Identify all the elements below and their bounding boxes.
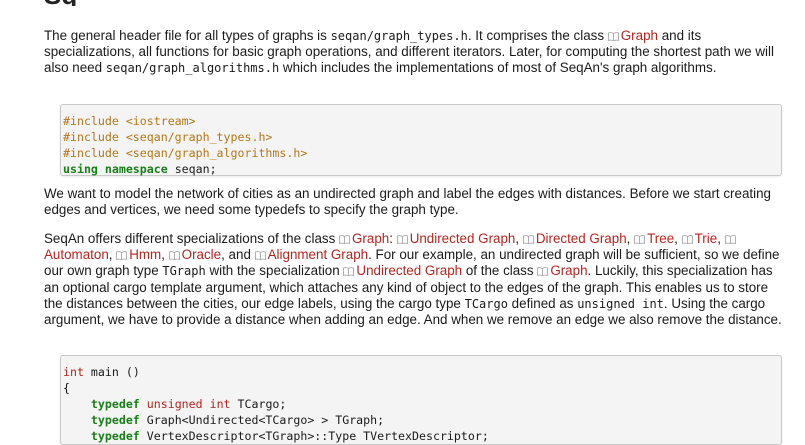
link-alignment-graph[interactable]: Alignment Graph [254, 247, 369, 263]
book-icon [254, 251, 266, 261]
code-line: typedef Graph<Undirected<TCargo> > TGrap… [63, 412, 771, 428]
code-token: unsigned int [146, 397, 231, 411]
link-label: Alignment Graph [267, 247, 369, 263]
code-line: typedef unsigned int TCargo; [63, 396, 771, 412]
link-directed-graph[interactable]: Directed Graph [522, 231, 627, 246]
book-icon [724, 235, 736, 244]
link-graph[interactable]: Graph [607, 28, 658, 43]
section-heading: Sq [44, 0, 104, 6]
link-undirected-graph[interactable]: Undirected Graph [396, 231, 516, 246]
link-trie[interactable]: Trie [681, 231, 718, 246]
book-icon [343, 267, 355, 277]
code-token: seqan; [167, 162, 217, 176]
link-label: Tree [647, 231, 675, 246]
code-token: typedef [90, 413, 140, 427]
text: of the class [462, 263, 538, 279]
code-block-main: int main (){ typedef unsigned int TCargo… [60, 355, 782, 445]
text: which includes the implementations of mo… [279, 60, 717, 76]
code-line: #include <seqan/graph_types.h> [63, 129, 771, 145]
book-icon [681, 235, 693, 244]
link-tree[interactable]: Tree [634, 231, 674, 246]
link-label: Graph [620, 28, 658, 43]
paragraph-specializations: SeqAn offers different specializations o… [44, 231, 784, 328]
code-token: int [63, 365, 84, 379]
text: , and [221, 247, 255, 263]
code-token: namespace [104, 162, 168, 176]
link-label: Automaton [44, 247, 109, 263]
code-token: { [63, 381, 70, 395]
code-line: using namespace seqan; [63, 161, 771, 177]
text: , [161, 247, 169, 263]
link-hmm[interactable]: Hmm [116, 247, 161, 262]
link-label: Undirected Graph [356, 263, 463, 279]
paragraph-model: We want to model the network of cities a… [44, 186, 771, 218]
link-label: Graph [352, 231, 390, 246]
book-icon [537, 267, 549, 277]
code-line: #include <seqan/graph_algorithms.h> [63, 145, 771, 161]
inline-code-graph-algorithms: seqan/graph_algorithms.h [105, 61, 280, 76]
link-graph[interactable]: Graph [339, 231, 389, 246]
book-icon [522, 235, 534, 244]
inline-code-tcargo: TCargo [464, 296, 508, 311]
text: SeqAn offers different specializations o… [44, 231, 340, 246]
paragraph-headers: The general header file for all types of… [44, 28, 784, 77]
book-icon [116, 251, 128, 261]
link-label: Directed Graph [535, 231, 627, 246]
link-undirected-graph[interactable]: Undirected Graph [343, 263, 462, 278]
code-line: #include <iostream> [63, 113, 771, 129]
link-label: Trie [694, 231, 718, 246]
code-line: typedef VertexDescriptor<TGraph>::Type T… [63, 428, 771, 444]
code-token: #include <seqan/graph_types.h> [63, 130, 273, 144]
text: , [626, 231, 635, 246]
link-label: Oracle [181, 247, 222, 263]
code-token: VertexDescriptor<TGraph>::Type TVertexDe… [139, 429, 489, 443]
book-icon [396, 235, 408, 244]
code-line: int main () [63, 364, 771, 380]
code-token: main () [83, 365, 140, 379]
code-block-includes: #include <iostream> #include <seqan/graph… [60, 104, 782, 176]
code-token: #include <iostream> [63, 114, 196, 128]
code-token: typedef [90, 397, 140, 411]
link-label: Hmm [129, 247, 162, 263]
link-oracle[interactable]: Oracle [168, 247, 222, 263]
inline-code-tgraph: TGraph [162, 264, 206, 279]
text: defined as [507, 295, 578, 311]
book-icon [634, 235, 646, 244]
code-token: Graph<Undirected<TCargo> > TGraph; [139, 413, 385, 427]
code-line: { [63, 380, 771, 396]
book-icon [607, 32, 619, 41]
link-label: Undirected Graph [409, 231, 516, 246]
inline-code-unsigned-int: unsigned int [577, 296, 664, 311]
code-token: using [63, 162, 98, 176]
link-graph[interactable]: Graph [537, 263, 588, 279]
text: : [389, 231, 397, 246]
text: , [717, 231, 725, 246]
text: . It comprises the class [467, 28, 608, 43]
text: with the specialization [205, 263, 344, 279]
book-icon [339, 235, 350, 244]
text: , [515, 231, 523, 246]
code-token: TCargo; [230, 397, 287, 411]
text: , [674, 231, 682, 246]
link-label: Graph [550, 263, 588, 279]
inline-code-graph-types: seqan/graph_types.h [330, 29, 468, 43]
text: The general header file for all types of… [44, 28, 331, 43]
code-token: typedef [90, 429, 140, 443]
book-icon [168, 251, 180, 261]
code-token: #include <seqan/graph_algorithms.h> [63, 146, 308, 160]
